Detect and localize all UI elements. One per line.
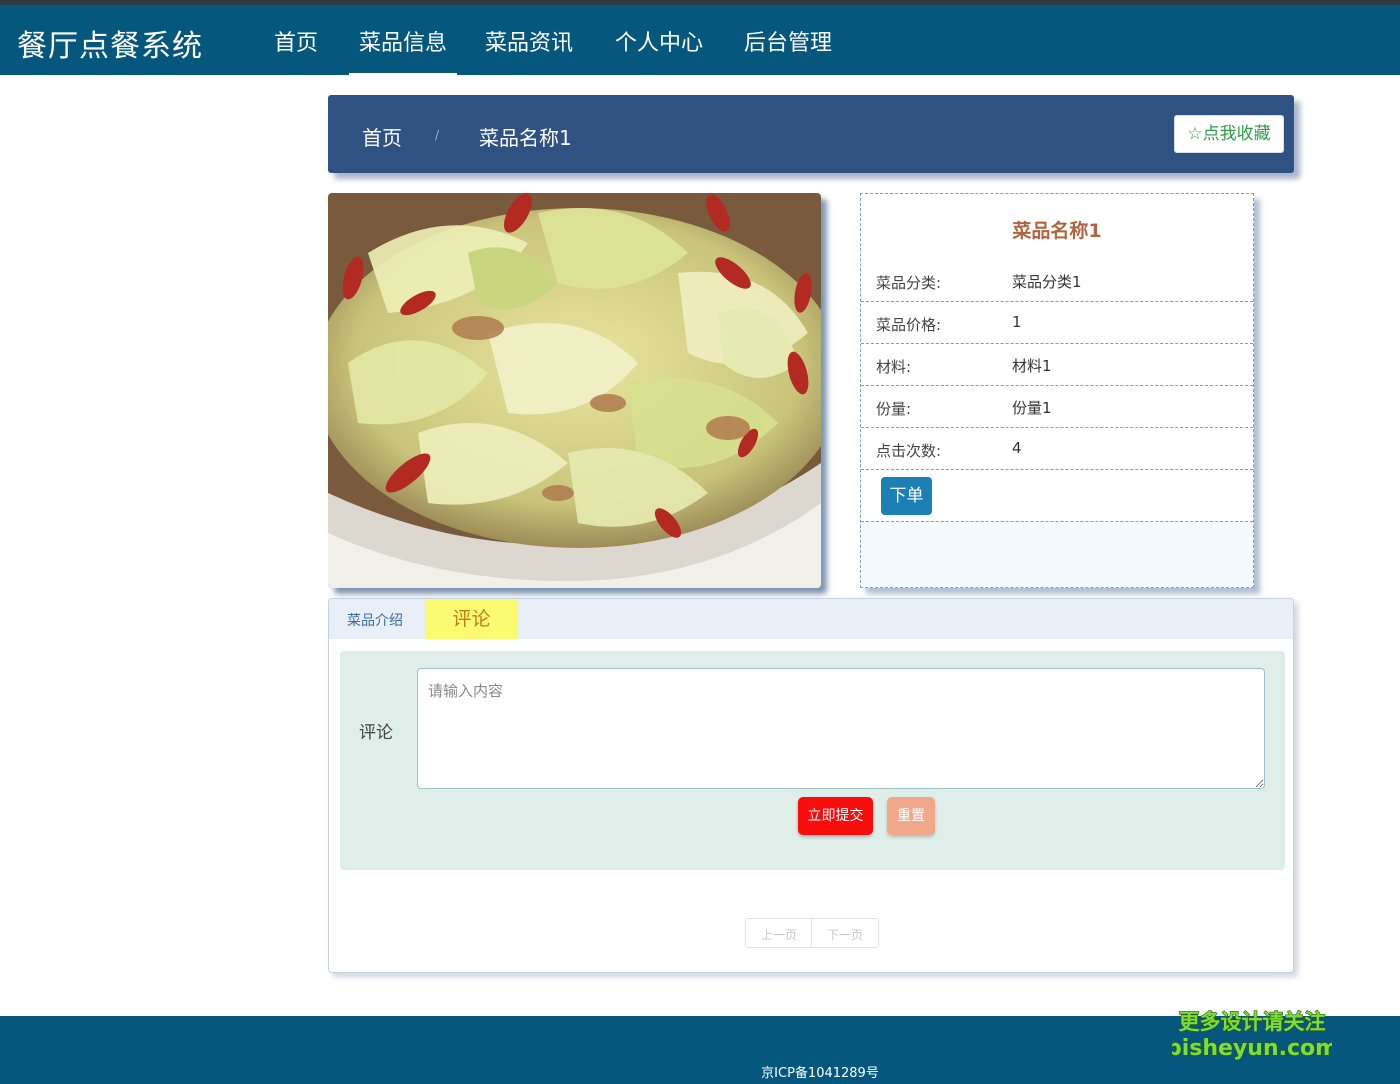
favorite-button[interactable]: ☆点我收藏 (1174, 115, 1284, 153)
info-label: 材料: (876, 358, 912, 376)
info-row-category: 菜品分类: 菜品分类1 (861, 260, 1253, 302)
tab-dish-intro[interactable]: 菜品介绍 (347, 610, 403, 630)
nav-item-admin[interactable]: 后台管理 (744, 25, 832, 75)
info-row-ingredients: 材料: 材料1 (861, 344, 1253, 386)
watermark-line1: 更多设计请关注 (1179, 1010, 1326, 1034)
info-label: 份量: (876, 400, 912, 418)
nav-item-dish-news[interactable]: 菜品资讯 (485, 25, 573, 75)
nav-item-home[interactable]: 首页 (274, 25, 318, 75)
dish-image (328, 193, 821, 588)
dish-name: 菜品名称1 (1012, 220, 1102, 242)
comment-label: 评论 (359, 723, 393, 743)
info-label: 菜品价格: (876, 316, 942, 334)
nav-item-dish-info[interactable]: 菜品信息 (348, 25, 458, 76)
breadcrumb-home-link[interactable]: 首页 (362, 122, 402, 151)
info-row-portion: 份量: 份量1 (861, 386, 1253, 428)
navbar: 餐厅点餐系统 首页 菜品信息 菜品资讯 个人中心 后台管理 (0, 5, 1400, 76)
tab-comment[interactable]: 评论 (425, 599, 518, 639)
detail-tabs: 菜品介绍 评论 评论 立即提交 重置 上一页 下一页 (328, 598, 1294, 973)
comment-form: 评论 立即提交 重置 (340, 651, 1285, 870)
star-outline-icon: ☆ (1187, 124, 1203, 144)
pager-divider (811, 919, 812, 947)
nav-item-personal-center[interactable]: 个人中心 (615, 25, 703, 75)
info-value: 材料1 (1012, 357, 1052, 375)
info-label: 菜品分类: (876, 274, 942, 292)
breadcrumb: 首页 / 菜品名称1 ☆点我收藏 (328, 95, 1294, 173)
app-title: 餐厅点餐系统 (17, 29, 203, 64)
favorite-label: 点我收藏 (1202, 124, 1271, 144)
watermark-line2: bisheyun.com (1172, 1036, 1332, 1061)
info-value: 4 (1012, 439, 1022, 457)
order-button[interactable]: 下单 (881, 477, 932, 515)
reset-button[interactable]: 重置 (887, 797, 935, 835)
next-page-button[interactable]: 下一页 (827, 926, 863, 943)
dish-info-panel: 菜品名称1 菜品分类: 菜品分类1 菜品价格: 1 材料: 材料1 份量: 份量… (860, 193, 1254, 588)
info-divider (861, 521, 1253, 522)
info-row-clicks: 点击次数: 4 (861, 428, 1253, 470)
submit-button[interactable]: 立即提交 (798, 797, 873, 835)
pagination: 上一页 下一页 (745, 918, 879, 948)
info-value: 1 (1012, 313, 1022, 331)
comment-input[interactable] (417, 668, 1265, 789)
breadcrumb-separator: / (435, 128, 440, 142)
tab-header: 菜品介绍 评论 (329, 599, 1293, 639)
prev-page-button[interactable]: 上一页 (761, 926, 797, 943)
watermark-logo: 更多设计请关注 bisheyun.com (1172, 1009, 1332, 1061)
info-value: 份量1 (1012, 399, 1052, 417)
info-value: 菜品分类1 (1012, 273, 1082, 291)
info-label: 点击次数: (876, 442, 942, 460)
breadcrumb-current: 菜品名称1 (479, 126, 572, 150)
info-row-price: 菜品价格: 1 (861, 302, 1253, 344)
